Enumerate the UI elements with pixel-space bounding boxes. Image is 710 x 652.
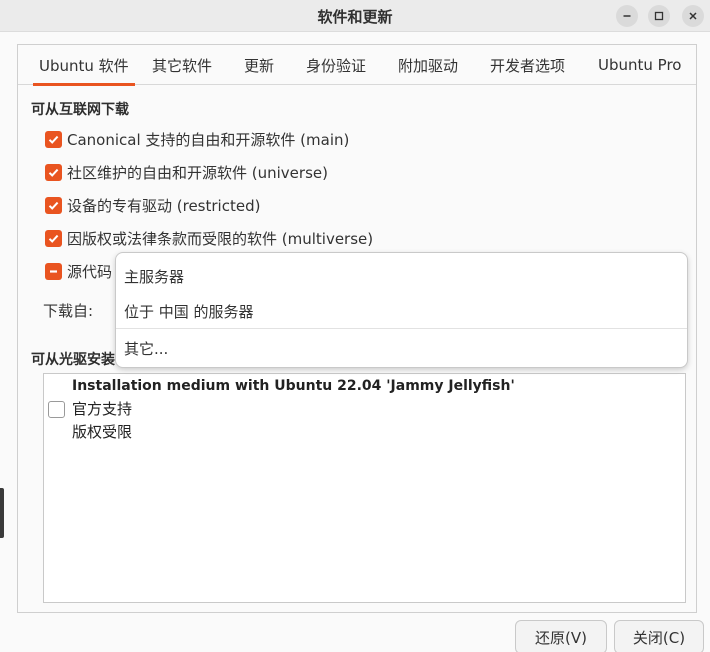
server-popover-menu: 主服务器 位于 中国 的服务器 其它... <box>115 252 688 368</box>
minimize-icon <box>623 15 631 17</box>
checkbox-checked-icon <box>45 163 62 181</box>
tab-additional-drivers[interactable]: 附加驱动 <box>398 45 458 85</box>
revert-button[interactable]: 还原(V) <box>515 620 607 652</box>
checkbox-label: 社区维护的自由和开源软件 (universe) <box>67 163 328 182</box>
checkbox-source-code[interactable]: 源代码 <box>45 260 112 282</box>
tab-authentication[interactable]: 身份验证 <box>306 45 366 85</box>
checkbox-checked-icon <box>45 130 62 148</box>
checkbox-main[interactable]: Canonical 支持的自由和开源软件 (main) <box>45 128 349 150</box>
menu-item-other-server[interactable]: 其它... <box>124 338 168 359</box>
tab-ubuntu-software[interactable]: Ubuntu 软件 <box>33 45 135 86</box>
maximize-button[interactable] <box>648 5 670 27</box>
tab-bar: Ubuntu 软件 其它软件 更新 身份验证 附加驱动 开发者选项 Ubuntu… <box>18 45 696 86</box>
desktop-edge <box>0 488 4 538</box>
checkbox-checked-icon <box>45 196 62 214</box>
checkbox-label: 源代码 <box>67 262 113 281</box>
checkbox-label: Canonical 支持的自由和开源软件 (main) <box>67 130 350 149</box>
tab-developer-options[interactable]: 开发者选项 <box>490 45 565 85</box>
installation-media-title: Installation medium with Ubuntu 22.04 'J… <box>72 378 515 394</box>
checkbox-mixed-icon <box>45 262 62 280</box>
menu-item-china-server[interactable]: 位于 中国 的服务器 <box>124 301 254 322</box>
window-title: 软件和更新 <box>317 8 393 26</box>
close-window-button[interactable] <box>682 5 704 27</box>
checkbox-restricted[interactable]: 设备的专有驱动 (restricted) <box>45 194 260 216</box>
installation-media-line: 版权受限 <box>72 423 133 441</box>
download-from-label: 下载自: <box>43 302 94 320</box>
checkbox-label: 设备的专有驱动 (restricted) <box>67 196 261 215</box>
checkbox-label: 因版权或法律条款而受限的软件 (multiverse) <box>67 229 374 248</box>
installation-media-list: Installation medium with Ubuntu 22.04 'J… <box>43 373 686 603</box>
installation-media-checkbox[interactable] <box>48 401 65 418</box>
menu-item-main-server[interactable]: 主服务器 <box>124 266 184 287</box>
title-bar: 软件和更新 <box>0 0 710 32</box>
installation-media-line: 官方支持 <box>72 400 133 418</box>
menu-separator <box>116 328 687 329</box>
close-button[interactable]: 关闭(C) <box>614 620 704 652</box>
internet-section-title: 可从互联网下载 <box>31 102 129 118</box>
maximize-icon <box>654 11 664 21</box>
checkbox-checked-icon <box>45 229 62 247</box>
tab-updates[interactable]: 更新 <box>244 45 274 85</box>
tab-notebook: Ubuntu 软件 其它软件 更新 身份验证 附加驱动 开发者选项 Ubuntu… <box>17 44 697 613</box>
checkbox-multiverse[interactable]: 因版权或法律条款而受限的软件 (multiverse) <box>45 227 373 249</box>
minimize-button[interactable] <box>616 5 638 27</box>
checkbox-universe[interactable]: 社区维护的自由和开源软件 (universe) <box>45 161 328 183</box>
cdrom-section-title: 可从光驱安装 <box>31 352 115 368</box>
tab-other-software[interactable]: 其它软件 <box>152 45 212 85</box>
close-icon <box>689 12 697 20</box>
tab-ubuntu-pro[interactable]: Ubuntu Pro <box>598 45 681 85</box>
